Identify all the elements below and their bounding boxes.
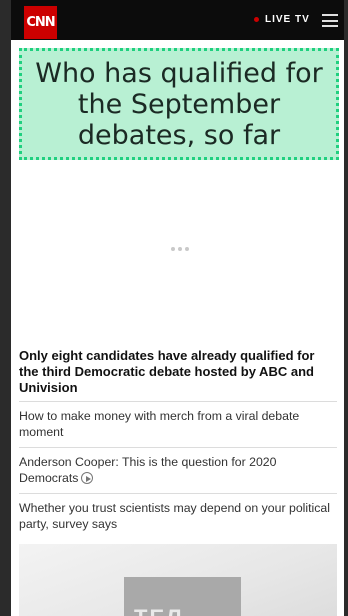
hamburger-menu-icon[interactable] bbox=[322, 14, 338, 27]
mobile-page: CNN LIVE TV Who has qualified for the Se… bbox=[11, 0, 344, 616]
live-tv-label: LIVE TV bbox=[265, 14, 310, 25]
related-story-title: Anderson Cooper: This is the question fo… bbox=[19, 455, 277, 485]
promo-image[interactable]: ТЕЛ bbox=[19, 544, 337, 616]
video-play-icon bbox=[81, 472, 94, 484]
loading-dots-icon bbox=[171, 247, 189, 251]
promo-card: ТЕЛ bbox=[124, 577, 241, 616]
related-story-link[interactable]: Anderson Cooper: This is the question fo… bbox=[19, 447, 337, 493]
hero-headline-banner[interactable]: Who has qualified for the September deba… bbox=[19, 48, 339, 160]
related-story-title: How to make money with merch from a vira… bbox=[19, 409, 300, 439]
article-lead-title[interactable]: Only eight candidates have already quali… bbox=[19, 348, 337, 396]
live-indicator-icon bbox=[254, 17, 259, 22]
window-frame-right bbox=[344, 0, 348, 616]
promo-card-text: ТЕЛ bbox=[134, 605, 184, 616]
related-story-link[interactable]: Whether you trust scientists may depend … bbox=[19, 493, 337, 539]
window-frame-left bbox=[0, 0, 11, 616]
live-tv-link[interactable]: LIVE TV bbox=[254, 14, 310, 25]
related-story-link[interactable]: How to make money with merch from a vira… bbox=[19, 401, 337, 447]
top-navigation-bar: CNN LIVE TV bbox=[11, 0, 344, 40]
hero-headline: Who has qualified for the September deba… bbox=[35, 57, 323, 151]
related-story-title: Whether you trust scientists may depend … bbox=[19, 501, 330, 531]
cnn-logo[interactable]: CNN bbox=[24, 6, 57, 39]
related-stories-list: How to make money with merch from a vira… bbox=[19, 401, 337, 539]
